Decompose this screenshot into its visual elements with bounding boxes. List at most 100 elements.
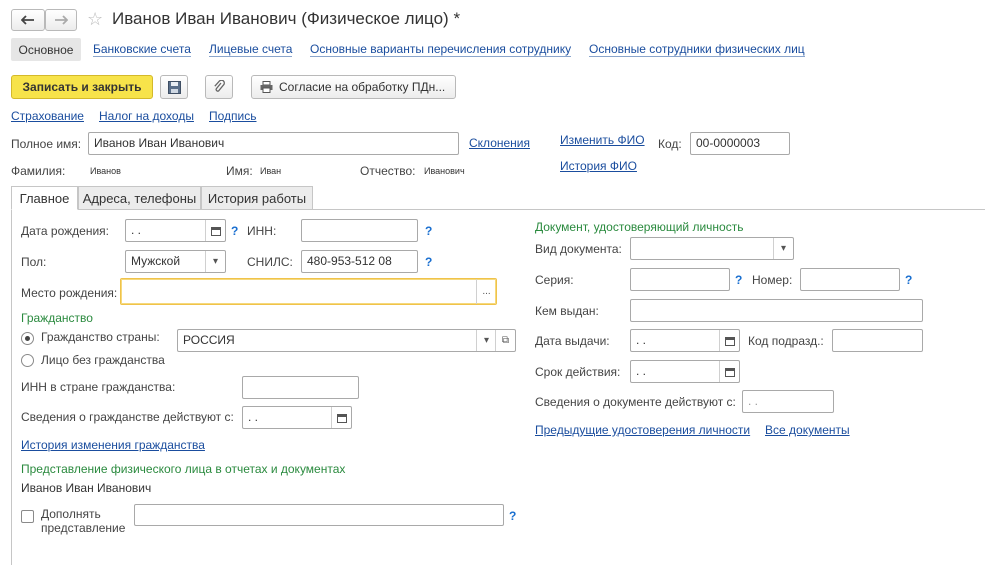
paperclip-icon	[214, 80, 225, 92]
name-label: Имя:	[226, 164, 253, 178]
arrow-right-icon	[55, 15, 68, 25]
tab-main-label: Главное	[19, 190, 70, 206]
issue-date-value: . .	[636, 333, 647, 347]
birthplace-input[interactable]: ...	[120, 278, 497, 305]
birth-date-label: Дата рождения:	[21, 224, 109, 238]
issued-by-input[interactable]	[630, 299, 923, 322]
inn-label: ИНН:	[247, 224, 277, 238]
section-tab-payment-options[interactable]: Основные варианты перечисления сотрудник…	[310, 42, 572, 57]
inn-citizenship-label: ИНН в стране гражданства:	[21, 380, 176, 394]
number-input[interactable]	[800, 268, 900, 291]
surname-label: Фамилия:	[11, 164, 66, 178]
save-and-close-label: Записать и закрыть	[22, 80, 142, 94]
snils-input[interactable]: 480-953-512 08	[301, 250, 418, 273]
number-label: Номер:	[752, 273, 793, 287]
document-heading: Документ, удостоверяющий личность	[535, 220, 744, 234]
stateless-label: Лицо без гражданства	[41, 353, 165, 367]
calendar-icon[interactable]	[719, 361, 739, 382]
content-left-border	[11, 209, 12, 565]
section-tab-main[interactable]: Основное	[11, 38, 81, 61]
inn-input[interactable]	[301, 219, 418, 242]
section-tab-bank-accounts[interactable]: Банковские счета	[93, 42, 191, 57]
declensions-link[interactable]: Склонения	[469, 136, 530, 150]
section-tab-main-employees[interactable]: Основные сотрудники физических лиц	[589, 42, 805, 57]
patronymic-value: Иванович	[424, 166, 465, 176]
supplement-checkbox[interactable]	[21, 510, 34, 523]
tab-work-history[interactable]: История работы	[201, 186, 313, 210]
link-income-tax[interactable]: Налог на доходы	[99, 109, 194, 123]
birthplace-select-button[interactable]: ...	[476, 279, 496, 304]
citizenship-history-link[interactable]: История изменения гражданства	[21, 438, 205, 452]
supplement-input[interactable]	[134, 504, 504, 526]
history-fio-link[interactable]: История ФИО	[560, 159, 637, 173]
inn-help-icon[interactable]: ?	[425, 224, 432, 238]
representation-value: Иванов Иван Иванович	[21, 481, 152, 495]
inn-citizenship-input[interactable]	[242, 376, 359, 399]
attach-button[interactable]	[205, 75, 233, 99]
full-name-label: Полное имя:	[11, 137, 82, 151]
tab-addresses[interactable]: Адреса, телефоны	[78, 186, 201, 210]
code-label: Код:	[658, 137, 682, 151]
subdivision-code-input[interactable]	[832, 329, 923, 352]
citizenship-country-label: Гражданство страны:	[41, 330, 160, 344]
snils-help-icon[interactable]: ?	[425, 255, 432, 269]
name-value: Иван	[260, 166, 282, 176]
supplement-label-line1: Дополнять	[41, 507, 101, 521]
validity-input[interactable]: . .	[630, 360, 740, 383]
birth-date-help-icon[interactable]: ?	[231, 224, 238, 238]
arrow-left-icon	[21, 15, 34, 25]
number-help-icon[interactable]: ?	[905, 273, 912, 287]
calendar-icon[interactable]	[331, 407, 351, 428]
calendar-icon[interactable]	[719, 330, 739, 351]
citizenship-info-label: Сведения о гражданстве действуют с:	[21, 410, 234, 424]
patronymic-label: Отчество:	[360, 164, 416, 178]
save-button[interactable]	[160, 75, 188, 99]
printer-icon	[260, 81, 273, 93]
open-icon[interactable]: ⧉	[495, 330, 515, 351]
gender-select[interactable]: Мужской ▾	[125, 250, 226, 273]
back-button[interactable]	[11, 9, 45, 31]
gender-label: Пол:	[21, 255, 47, 269]
chevron-down-icon[interactable]: ▾	[205, 251, 225, 272]
full-name-input[interactable]: Иванов Иван Иванович	[88, 132, 459, 155]
consent-label: Согласие на обработку ПДн...	[279, 80, 446, 94]
supplement-help-icon[interactable]: ?	[509, 509, 516, 523]
tab-work-history-label: История работы	[207, 190, 307, 206]
subdivision-code-label: Код подразд.:	[748, 334, 824, 348]
series-input[interactable]	[630, 268, 730, 291]
all-documents-link[interactable]: Все документы	[765, 423, 850, 437]
code-input[interactable]: 00-0000003	[690, 132, 790, 155]
document-type-label: Вид документа:	[535, 242, 622, 256]
citizenship-country-input[interactable]: РОССИЯ ▾ ⧉	[177, 329, 516, 352]
document-type-select[interactable]: ▾	[630, 237, 794, 260]
citizenship-info-value: . .	[248, 410, 259, 424]
forward-button[interactable]	[45, 9, 77, 31]
favorite-star-icon[interactable]: ☆	[87, 9, 103, 29]
section-tab-personal-accounts[interactable]: Лицевые счета	[209, 42, 293, 57]
snils-label: СНИЛС:	[247, 255, 293, 269]
validity-label: Срок действия:	[535, 365, 621, 379]
series-label: Серия:	[535, 273, 574, 287]
change-fio-link[interactable]: Изменить ФИО	[560, 133, 645, 147]
consent-button[interactable]: Согласие на обработку ПДн...	[251, 75, 456, 99]
floppy-disk-icon	[167, 80, 181, 94]
citizenship-info-input[interactable]: . .	[242, 406, 352, 429]
chevron-down-icon[interactable]: ▾	[476, 330, 496, 351]
stateless-radio[interactable]	[21, 354, 34, 367]
citizenship-country-value: РОССИЯ	[183, 333, 235, 347]
save-and-close-button[interactable]: Записать и закрыть	[11, 75, 153, 99]
tab-main[interactable]: Главное	[11, 186, 78, 210]
link-signature[interactable]: Подпись	[209, 109, 257, 123]
citizenship-heading: Гражданство	[21, 311, 93, 325]
issue-date-input[interactable]: . .	[630, 329, 740, 352]
window-title: Иванов Иван Иванович (Физическое лицо) *	[112, 9, 461, 28]
citizenship-country-radio[interactable]	[21, 332, 34, 345]
series-help-icon[interactable]: ?	[735, 273, 742, 287]
previous-documents-link[interactable]: Предыдущие удостоверения личности	[535, 423, 750, 437]
calendar-icon[interactable]	[205, 220, 225, 241]
document-info-input[interactable]: . .	[742, 390, 834, 413]
chevron-down-icon[interactable]: ▾	[773, 238, 793, 259]
link-insurance[interactable]: Страхование	[11, 109, 84, 123]
birth-date-input[interactable]: . .	[125, 219, 226, 242]
section-tab-main-label: Основное	[18, 42, 74, 57]
